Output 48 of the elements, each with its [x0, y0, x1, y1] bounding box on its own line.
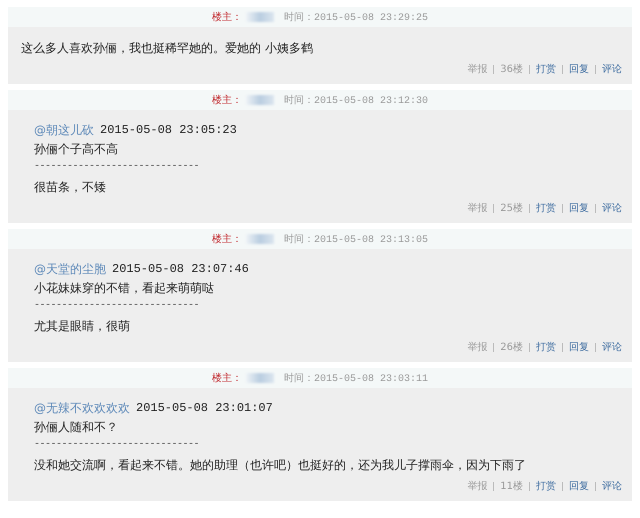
action-text: 25楼	[500, 202, 523, 215]
action-text: 36楼	[500, 62, 523, 76]
dashed-divider: ------------------------------	[34, 438, 200, 452]
quote-text: 小花妹妹穿的不错，看起来萌萌哒	[34, 280, 215, 296]
quote-time: 2015-05-08 23:07:46	[112, 261, 249, 277]
blurred-name	[246, 12, 274, 22]
user-link[interactable]: @无辣不欢欢欢欢	[34, 400, 130, 416]
owner-label: 楼主：	[212, 372, 242, 385]
action-text: 11楼	[500, 480, 523, 493]
blurred-name	[246, 373, 274, 383]
owner-label: 楼主：	[212, 232, 242, 246]
quote-text: 孙俪人随和不？	[34, 419, 119, 435]
action-text[interactable]: 举报	[467, 62, 488, 76]
action-link[interactable]: 回复	[569, 62, 589, 76]
blurred-name	[246, 234, 274, 244]
action-link[interactable]: 打赏	[536, 340, 556, 354]
action-link[interactable]: 打赏	[536, 201, 556, 215]
post-time: 时间：2015-05-08 23:13:05	[284, 232, 428, 246]
action-link[interactable]: 打赏	[536, 62, 556, 76]
action-link[interactable]: 回复	[569, 340, 589, 354]
post-time: 时间：2015-05-08 23:29:25	[284, 10, 428, 24]
post-time: 时间：2015-05-08 23:12:30	[284, 94, 428, 107]
action-text[interactable]: 举报	[467, 201, 488, 215]
reply-text: 没和她交流啊，看起来不错。她的助理（也许吧）也挺好的，还为我儿子撑雨伞，因为下雨了	[34, 457, 527, 473]
action-text[interactable]: 举报	[467, 479, 488, 493]
post-text: 这么多人喜欢孙俪，我也挺稀罕她的。爱她的 小姨多鹤	[21, 40, 314, 56]
action-link[interactable]: 回复	[569, 201, 589, 215]
action-link[interactable]: 评论	[602, 340, 622, 354]
reply-text: 很苗条，不矮	[34, 179, 107, 195]
action-link[interactable]: 打赏	[536, 479, 556, 493]
action-text[interactable]: 举报	[467, 340, 488, 354]
quote-text: 孙俪个子高不高	[34, 141, 119, 157]
reply-text: 尤其是眼睛，很萌	[34, 318, 131, 334]
owner-label: 楼主：	[212, 94, 242, 107]
user-link[interactable]: @天堂的尘胞	[34, 261, 106, 277]
action-link[interactable]: 评论	[602, 62, 622, 76]
action-link[interactable]: 评论	[602, 479, 622, 493]
post-time: 时间：2015-05-08 23:03:11	[284, 372, 428, 385]
dashed-divider: ------------------------------	[34, 299, 200, 313]
dashed-divider: ------------------------------	[34, 160, 200, 174]
blurred-name	[246, 95, 274, 105]
quote-time: 2015-05-08 23:05:23	[100, 122, 237, 138]
owner-label: 楼主：	[212, 10, 242, 24]
action-link[interactable]: 评论	[602, 201, 622, 215]
quote-time: 2015-05-08 23:01:07	[136, 400, 273, 416]
user-link[interactable]: @朝这儿砍	[34, 122, 94, 138]
action-text: 26楼	[500, 340, 523, 354]
action-link[interactable]: 回复	[569, 479, 589, 493]
